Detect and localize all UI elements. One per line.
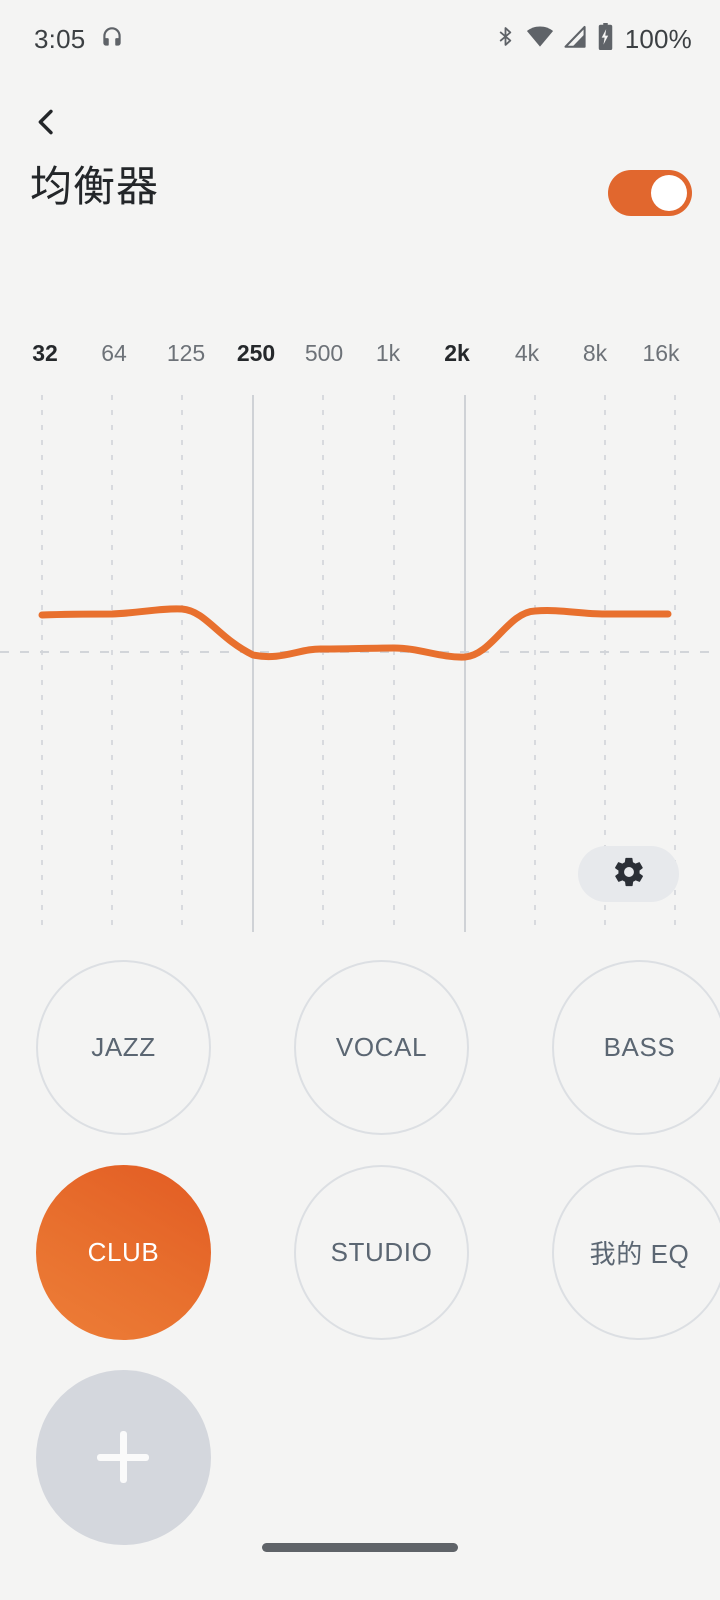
freq-tick-1k: 1k [375, 340, 401, 366]
preset-label: VOCAL [335, 1032, 428, 1062]
preset-grid: JAZZ VOCAL BASS CLUB STUDIO 我的 EQ [0, 960, 720, 1575]
home-gesture-bar[interactable] [262, 1543, 458, 1552]
battery-charging-icon [597, 23, 614, 55]
status-time: 3:05 [34, 24, 86, 54]
preset-label: CLUB [87, 1237, 160, 1267]
freq-tick-8k: 8k [582, 340, 608, 366]
plus-icon-vertical [120, 1431, 127, 1483]
chevron-left-icon [29, 102, 63, 147]
page-title: 均衡器 [30, 163, 160, 210]
toggle-knob [651, 175, 687, 211]
preset-vocal[interactable]: VOCAL [294, 960, 469, 1135]
equalizer-enable-toggle[interactable] [608, 170, 692, 216]
gear-icon [612, 855, 646, 894]
freq-tick-125: 125 [166, 340, 206, 366]
freq-tick-64: 64 [101, 340, 127, 366]
preset-label: STUDIO [330, 1237, 433, 1267]
freq-tick-2k: 2k [444, 340, 470, 366]
back-button[interactable] [18, 96, 74, 152]
status-bar: 3:05 100% [0, 0, 720, 78]
preset-my-eq[interactable]: 我的 EQ [552, 1165, 720, 1340]
add-preset-button[interactable] [36, 1370, 211, 1545]
freq-tick-32: 32 [32, 340, 58, 366]
eq-response-curve [38, 605, 672, 661]
freq-tick-250: 250 [236, 340, 276, 366]
preset-studio[interactable]: STUDIO [294, 1165, 469, 1340]
cellular-signal-icon [563, 25, 588, 54]
preset-label: BASS [603, 1032, 676, 1062]
battery-percent-label: 100% [624, 24, 692, 54]
preset-club[interactable]: CLUB [36, 1165, 211, 1340]
wifi-icon [526, 25, 554, 54]
preset-row-1: JAZZ VOCAL BASS [0, 960, 720, 1135]
frequency-axis: 32 64 125 250 500 1k 2k 4k 8k 16k [0, 342, 720, 376]
bluetooth-icon [494, 23, 517, 55]
preset-row-2: CLUB STUDIO 我的 EQ [0, 1165, 720, 1340]
freq-tick-4k: 4k [514, 340, 540, 366]
preset-bass[interactable]: BASS [552, 960, 720, 1135]
status-bar-left: 3:05 [34, 24, 125, 55]
status-bar-right: 100% [494, 23, 692, 55]
preset-row-3 [0, 1370, 720, 1545]
preset-label: 我的 EQ [589, 1239, 690, 1269]
preset-label: JAZZ [91, 1032, 156, 1062]
headphones-icon [99, 24, 125, 55]
equalizer-screen: 3:05 100% 均衡器 32 64 125 250 500 1k 2k 4k… [0, 0, 720, 1600]
grid-lines [41, 395, 676, 932]
eq-settings-button[interactable] [578, 846, 679, 902]
freq-tick-500: 500 [304, 340, 344, 366]
preset-jazz[interactable]: JAZZ [36, 960, 211, 1135]
freq-tick-16k: 16k [642, 340, 680, 366]
